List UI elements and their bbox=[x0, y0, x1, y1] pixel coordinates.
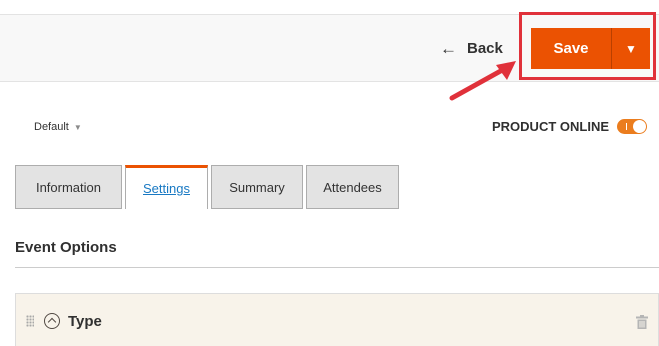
collapse-icon[interactable] bbox=[44, 313, 60, 329]
tab-attendees[interactable]: Attendees bbox=[306, 165, 399, 209]
toggle-on-indicator bbox=[626, 123, 627, 130]
back-label: Back bbox=[467, 39, 503, 57]
drag-handle-icon[interactable] bbox=[26, 315, 34, 327]
caret-down-icon: ▼ bbox=[73, 122, 82, 132]
highlight-box bbox=[519, 12, 656, 80]
toggle-knob bbox=[633, 120, 646, 133]
store-view-switcher[interactable]: Default ▼ bbox=[34, 121, 82, 133]
arrow-left-icon: ← bbox=[440, 38, 457, 58]
section-title: Event Options bbox=[15, 239, 117, 256]
product-online-toggle[interactable] bbox=[617, 119, 647, 134]
trash-icon[interactable] bbox=[636, 315, 648, 329]
product-online-control: PRODUCT ONLINE bbox=[492, 119, 647, 134]
product-tabs: Information Settings Summary Attendees bbox=[15, 165, 402, 209]
tab-summary[interactable]: Summary bbox=[211, 165, 303, 209]
type-option-label: Type bbox=[68, 313, 102, 330]
pointer-arrow-annotation bbox=[449, 61, 516, 101]
tab-settings[interactable]: Settings bbox=[125, 165, 208, 209]
store-view-label: Default bbox=[34, 121, 69, 133]
type-option-panel: Type bbox=[15, 293, 659, 346]
section-divider bbox=[15, 267, 659, 268]
product-online-label: PRODUCT ONLINE bbox=[492, 119, 609, 134]
tab-information[interactable]: Information bbox=[15, 165, 122, 209]
